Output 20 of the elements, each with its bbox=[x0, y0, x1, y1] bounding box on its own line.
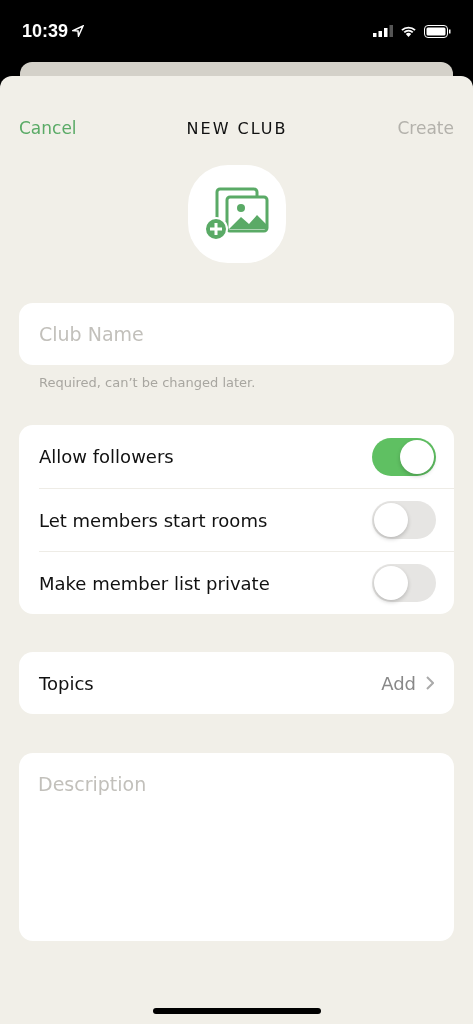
chevron-right-icon bbox=[426, 676, 434, 690]
add-photo-button[interactable] bbox=[187, 165, 286, 263]
toggle-label: Allow followers bbox=[39, 446, 174, 467]
toggle-label: Let members start rooms bbox=[39, 509, 268, 531]
location-icon bbox=[72, 25, 85, 37]
signal-icon bbox=[373, 25, 393, 37]
add-image-icon bbox=[204, 187, 269, 241]
cancel-button[interactable]: Cancel bbox=[19, 118, 77, 138]
battery-icon bbox=[424, 24, 451, 38]
toggle-switch[interactable] bbox=[372, 437, 436, 476]
toggle-switch[interactable] bbox=[372, 501, 436, 539]
topics-row[interactable]: Topics Add bbox=[19, 652, 454, 714]
description-field[interactable]: Description bbox=[19, 753, 454, 941]
screen-title: NEW CLUB bbox=[186, 118, 288, 138]
wifi-icon bbox=[400, 25, 417, 37]
toggle-label: Make member list private bbox=[39, 572, 270, 594]
club-name-hint: Required, can’t be changed later. bbox=[38, 374, 257, 392]
club-name-field[interactable]: Club Name bbox=[19, 303, 454, 365]
toggle-switch[interactable] bbox=[372, 564, 436, 602]
status-time: 10:39 bbox=[22, 20, 69, 42]
